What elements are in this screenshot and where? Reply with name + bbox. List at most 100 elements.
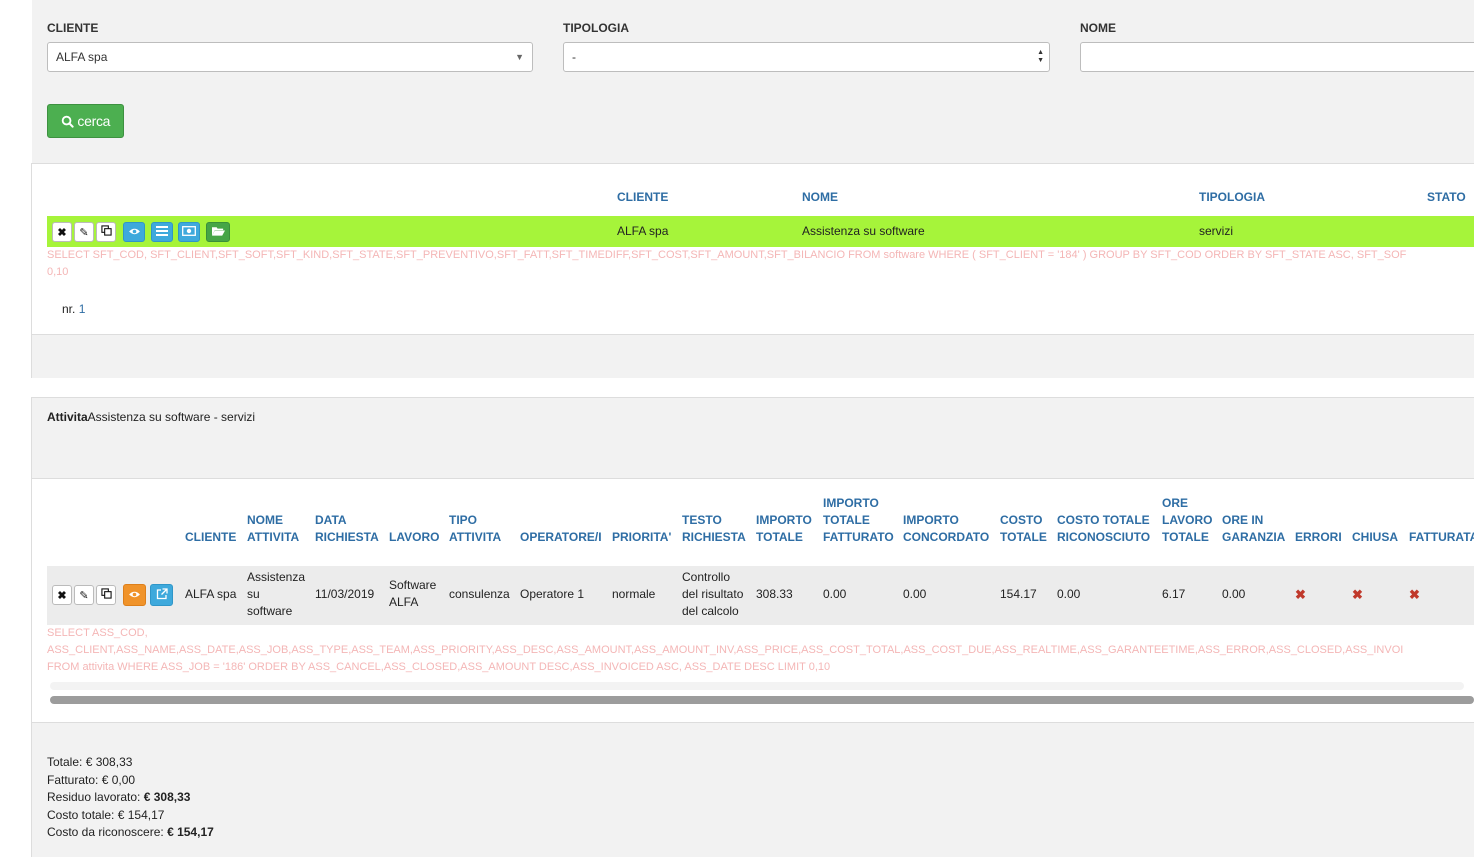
cell-line: Software [389,578,437,592]
col-header-stato[interactable]: STATO [1427,189,1466,206]
cell-line: del risultato [682,586,744,601]
cell-line: 6.17 [1162,586,1186,601]
list-button[interactable] [151,222,173,242]
cell-line: 0.00 [823,586,847,601]
cell-cliente: ALFA spa [185,586,236,603]
folder-button[interactable] [206,222,230,242]
col-header-line: TOTALE [1000,530,1047,544]
col-header-cliente[interactable]: CLIENTE [617,189,668,206]
col-header-importo-totale[interactable]: IMPORTO TOTALE [756,512,812,546]
delete-button[interactable]: ✖ [52,585,72,605]
col-header-line: TOTALE [756,530,803,544]
cell-testo-richiesta: Controllo del risultato del calcolo [682,569,743,620]
col-header-line: LAVORO [389,530,440,544]
col-header-nome-attivita[interactable]: NOME ATTIVITA [247,512,299,546]
col-header-fatturata[interactable]: FATTURATA [1409,529,1474,546]
cell-ore-in-garanzia: 0.00 [1222,586,1245,603]
cell-line: ALFA [389,595,419,609]
activity-title-text: Assistenza su software - servizi [87,410,256,424]
col-header-costo-totale[interactable]: COSTO TOTALE [1000,512,1047,546]
cell-priorita: normale [612,586,655,603]
open-external-button[interactable] [150,584,173,606]
summary-totale: Totale: € 308,33 [47,754,214,772]
col-header-cliente[interactable]: CLIENTE [185,529,236,546]
col-header-nome[interactable]: NOME [802,189,838,206]
cell-importo-concordato: 0.00 [903,586,926,603]
copy-button[interactable] [96,222,116,242]
edit-button[interactable]: ✎ [74,585,94,605]
col-header-line: RICONOSCIUTO [1057,530,1151,544]
edit-button[interactable]: ✎ [74,222,94,242]
col-header-tipo-attivita[interactable]: TIPO ATTIVITA [449,512,501,546]
col-header-tipologia[interactable]: TIPOLOGIA [1199,189,1265,206]
eye-icon [128,225,141,239]
table-row[interactable]: ✖ ✎ ALFA spa Assistenza su software serv… [47,216,1474,247]
copy-icon [100,588,112,602]
cell-tipo-attivita: consulenza [449,586,510,603]
activity-title: AttivitaAssistenza su software - servizi [47,409,255,426]
col-header-line: FATTURATA [1409,530,1474,544]
search-icon [61,113,78,129]
horizontal-scrollbar[interactable] [50,696,1474,704]
col-header-operatore[interactable]: OPERATORE/I [520,529,602,546]
col-header-importo-concordato[interactable]: IMPORTO CONCORDATO [903,512,989,546]
cell-line: ✖ [1352,586,1363,602]
col-header-chiusa[interactable]: CHIUSA [1352,529,1398,546]
nome-label: NOME [1080,21,1116,35]
sql-debug-text-2: 0,10 [47,266,69,278]
col-header-importo-totale-fatturato[interactable]: IMPORTO TOTALE FATTURATO [823,495,894,546]
copy-icon [100,225,112,239]
summary-totale-value: € 308,33 [85,755,133,769]
horizontal-scrollbar-track[interactable] [50,682,1464,690]
col-header-line: IMPORTO [756,513,812,527]
cell-costo-totale-riconosciuto: 0.00 [1057,586,1080,603]
sql-debug-text-3: FROM attivita WHERE ASS_JOB = '186' ORDE… [47,661,831,673]
search-button[interactable]: cerca [47,104,124,138]
cell-line: 0.00 [1222,586,1246,601]
view-button[interactable] [123,222,145,242]
cliente-select[interactable]: ALFA spa ▼ [47,42,533,72]
summary-costo-totale-value: € 154,17 [117,807,165,822]
tipologia-select[interactable]: - ▲ ▼ [563,42,1050,72]
summary-fatturato-value: € 0,00 [101,772,136,787]
cell-line: consulenza [449,586,510,601]
cell-nome-attivita: Assistenza su software [247,569,305,620]
col-header-lavoro[interactable]: LAVORO [389,529,439,546]
summary-fatturato-label: Fatturato: [47,772,99,787]
col-header-line: CONCORDATO [903,530,990,544]
col-header-ore-lavoro-totale[interactable]: ORE LAVORO TOTALE [1162,495,1212,546]
cell-line: Assistenza [247,569,306,584]
col-header-testo-richiesta[interactable]: TESTO RICHIESTA [682,512,746,546]
cell-line: 11/03/2019 [315,586,375,601]
money-button[interactable] [178,222,200,242]
copy-button[interactable] [96,585,116,605]
delete-button[interactable]: ✖ [52,222,72,242]
summary: Totale: € 308,33 Fatturato: € 0,00 Resid… [47,754,214,842]
col-header-line: DATA [315,513,347,527]
col-header-data-richiesta[interactable]: DATA RICHIESTA [315,512,379,546]
cell-line: software [247,603,293,618]
cell-data-richiesta: 11/03/2019 [315,586,374,603]
nome-input[interactable] [1080,42,1474,72]
filter-panel [32,0,1474,163]
col-header-priorita[interactable]: PRIORITA' [612,529,671,546]
summary-costo-totale-label: Costo totale: [47,807,115,822]
col-header-line: ATTIVITA [247,530,300,544]
record-count-value: 1 [78,302,86,316]
summary-costo-riconoscere-value: € 154,17 [167,825,214,839]
view-button[interactable] [123,584,146,606]
col-header-line: ORE IN [1222,513,1264,527]
cell-line: 0.00 [1057,586,1081,601]
col-header-line: GARANZIA [1222,530,1286,544]
record-count-label: nr. [62,302,76,316]
cliente-select-value: ALFA spa [56,50,108,64]
summary-residuo-value: € 308,33 [143,790,191,804]
list-icon [156,225,168,239]
sql-debug-text: SELECT SFT_COD, SFT_CLIENT,SFT_SOFT,SFT_… [47,249,1407,261]
col-header-costo-totale-riconosciuto[interactable]: COSTO TOTALE RICONOSCIUTO [1057,512,1150,546]
close-icon: ✖ [1409,586,1420,603]
col-header-errori[interactable]: ERRORI [1295,529,1342,546]
summary-residuo-label: Residuo lavorato: [47,790,141,804]
col-header-ore-in-garanzia[interactable]: ORE IN GARANZIA [1222,512,1285,546]
cell-costo-totale: 154.17 [1000,586,1037,603]
